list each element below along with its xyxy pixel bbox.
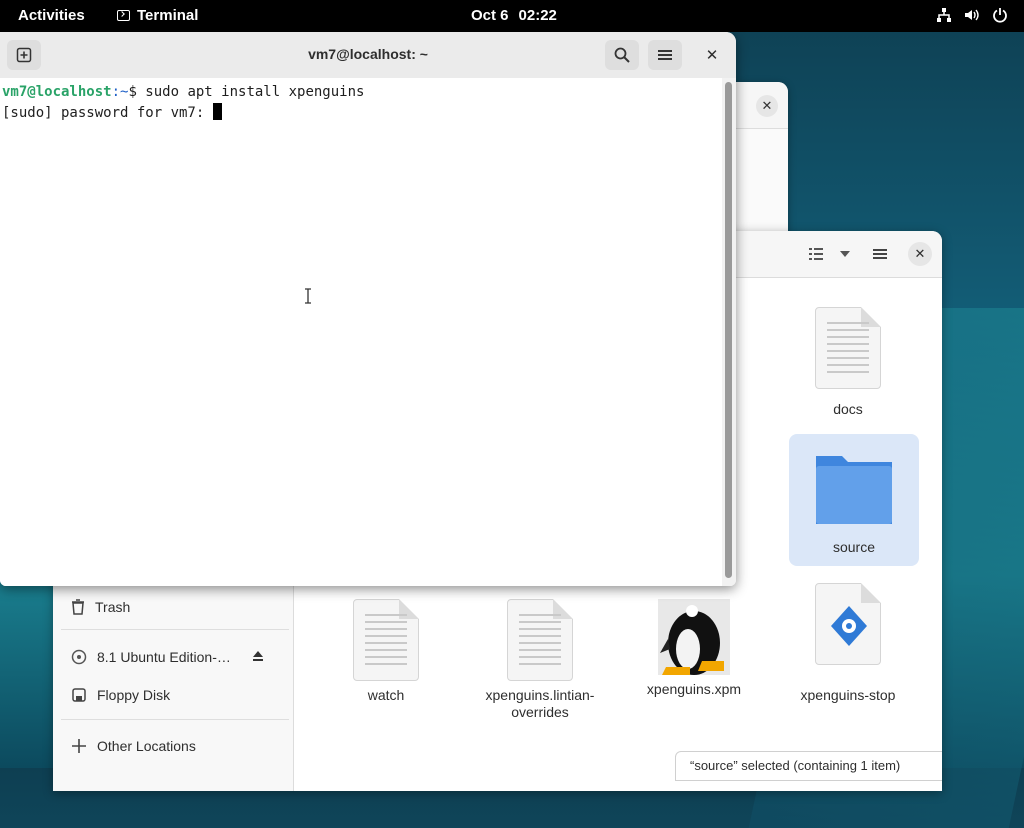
list-view-icon <box>809 248 823 260</box>
file-item[interactable]: xpenguins.xpm <box>639 599 749 697</box>
sidebar-separator <box>61 719 289 720</box>
mouse-ibeam-cursor-icon <box>305 288 311 304</box>
top-bar: Activities Terminal Oct 6 02:22 <box>0 0 1024 32</box>
sidebar-item-ubuntu-disc[interactable]: 8.1 Ubuntu Edition-… <box>71 645 271 669</box>
close-button[interactable]: ✕ <box>700 44 724 68</box>
sidebar-item-other-locations[interactable]: Other Locations <box>71 734 196 758</box>
penguin-thumbnail-icon <box>658 599 730 675</box>
file-name: xpenguins.lintian-overrides <box>485 687 595 720</box>
chevron-down-icon <box>840 251 850 257</box>
file-item-selected[interactable]: source <box>789 434 919 566</box>
optical-disc-icon <box>71 649 87 665</box>
file-name: xpenguins.xpm <box>646 681 742 697</box>
file-name: source <box>832 539 876 555</box>
file-name: xpenguins-stop <box>800 687 896 703</box>
sidebar-item-trash[interactable]: Trash <box>71 595 130 619</box>
folder-icon <box>816 456 892 524</box>
trash-icon <box>72 599 84 615</box>
file-name: docs <box>833 401 863 417</box>
plus-icon <box>72 739 86 753</box>
file-item[interactable]: watch <box>331 599 441 703</box>
text-cursor <box>212 103 222 120</box>
status-bar: “source” selected (containing 1 item) <box>675 751 942 781</box>
search-button[interactable] <box>605 40 639 70</box>
document-icon <box>815 307 881 389</box>
terminal-output[interactable]: vm7@localhost:~$ sudo apt install xpengu… <box>0 78 722 586</box>
power-icon <box>992 7 1008 23</box>
system-tray[interactable] <box>936 7 1008 23</box>
file-item[interactable]: xpenguins.lintian-overrides <box>471 599 609 721</box>
document-icon <box>507 599 573 681</box>
hamburger-menu-icon <box>658 50 672 60</box>
terminal-headerbar: vm7@localhost: ~ ✕ <box>0 32 736 79</box>
sidebar-item-label: 8.1 Ubuntu Edition-… <box>97 649 231 665</box>
list-view-button[interactable] <box>803 241 829 267</box>
sidebar-item-label: Floppy Disk <box>97 687 171 703</box>
scrollbar[interactable] <box>722 78 736 586</box>
clock-date: Oct 6 <box>471 7 509 24</box>
terminal-icon <box>117 10 130 21</box>
scrollbar-thumb[interactable] <box>725 82 732 578</box>
app-menu-button[interactable]: Terminal <box>117 7 198 24</box>
command-line: vm7@localhost:~$ sudo apt install xpengu… <box>2 82 722 103</box>
close-icon[interactable]: ✕ <box>756 95 778 117</box>
search-icon <box>614 47 630 63</box>
script-icon <box>815 583 881 665</box>
main-menu-button[interactable] <box>867 241 893 267</box>
sidebar-item-floppy[interactable]: Floppy Disk <box>71 683 170 707</box>
prompt-path: :~ <box>111 84 129 100</box>
prompt-user: vm7@localhost <box>2 84 112 100</box>
activities-button[interactable]: Activities <box>18 7 85 24</box>
clock-time: 02:22 <box>518 7 557 24</box>
sidebar-item-label: Other Locations <box>97 738 196 754</box>
view-options-button[interactable] <box>835 241 855 267</box>
close-icon: ✕ <box>705 47 719 64</box>
document-icon <box>353 599 419 681</box>
prompt-symbol: $ <box>128 84 146 100</box>
network-icon <box>936 7 952 23</box>
floppy-disk-icon <box>72 688 86 702</box>
password-prompt: [sudo] password for vm7: <box>2 105 213 121</box>
eject-icon[interactable] <box>251 649 265 666</box>
file-name: watch <box>367 687 405 703</box>
clock-button[interactable]: Oct 6 02:22 <box>471 7 557 24</box>
menu-button[interactable] <box>648 40 682 70</box>
file-item[interactable]: xpenguins-stop <box>793 583 903 703</box>
volume-icon <box>964 7 980 23</box>
app-menu-label: Terminal <box>137 7 199 24</box>
close-button[interactable]: ✕ <box>908 242 932 266</box>
sidebar-item-label: Trash <box>95 599 131 615</box>
password-line: [sudo] password for vm7: <box>2 103 722 124</box>
terminal-window: vm7@localhost: ~ ✕ vm7@localhost:~$ sudo… <box>0 32 736 586</box>
hamburger-menu-icon <box>873 249 887 259</box>
file-item[interactable]: docs <box>793 307 903 417</box>
command-text: sudo apt install xpenguins <box>145 84 365 100</box>
sidebar-separator <box>61 629 289 630</box>
